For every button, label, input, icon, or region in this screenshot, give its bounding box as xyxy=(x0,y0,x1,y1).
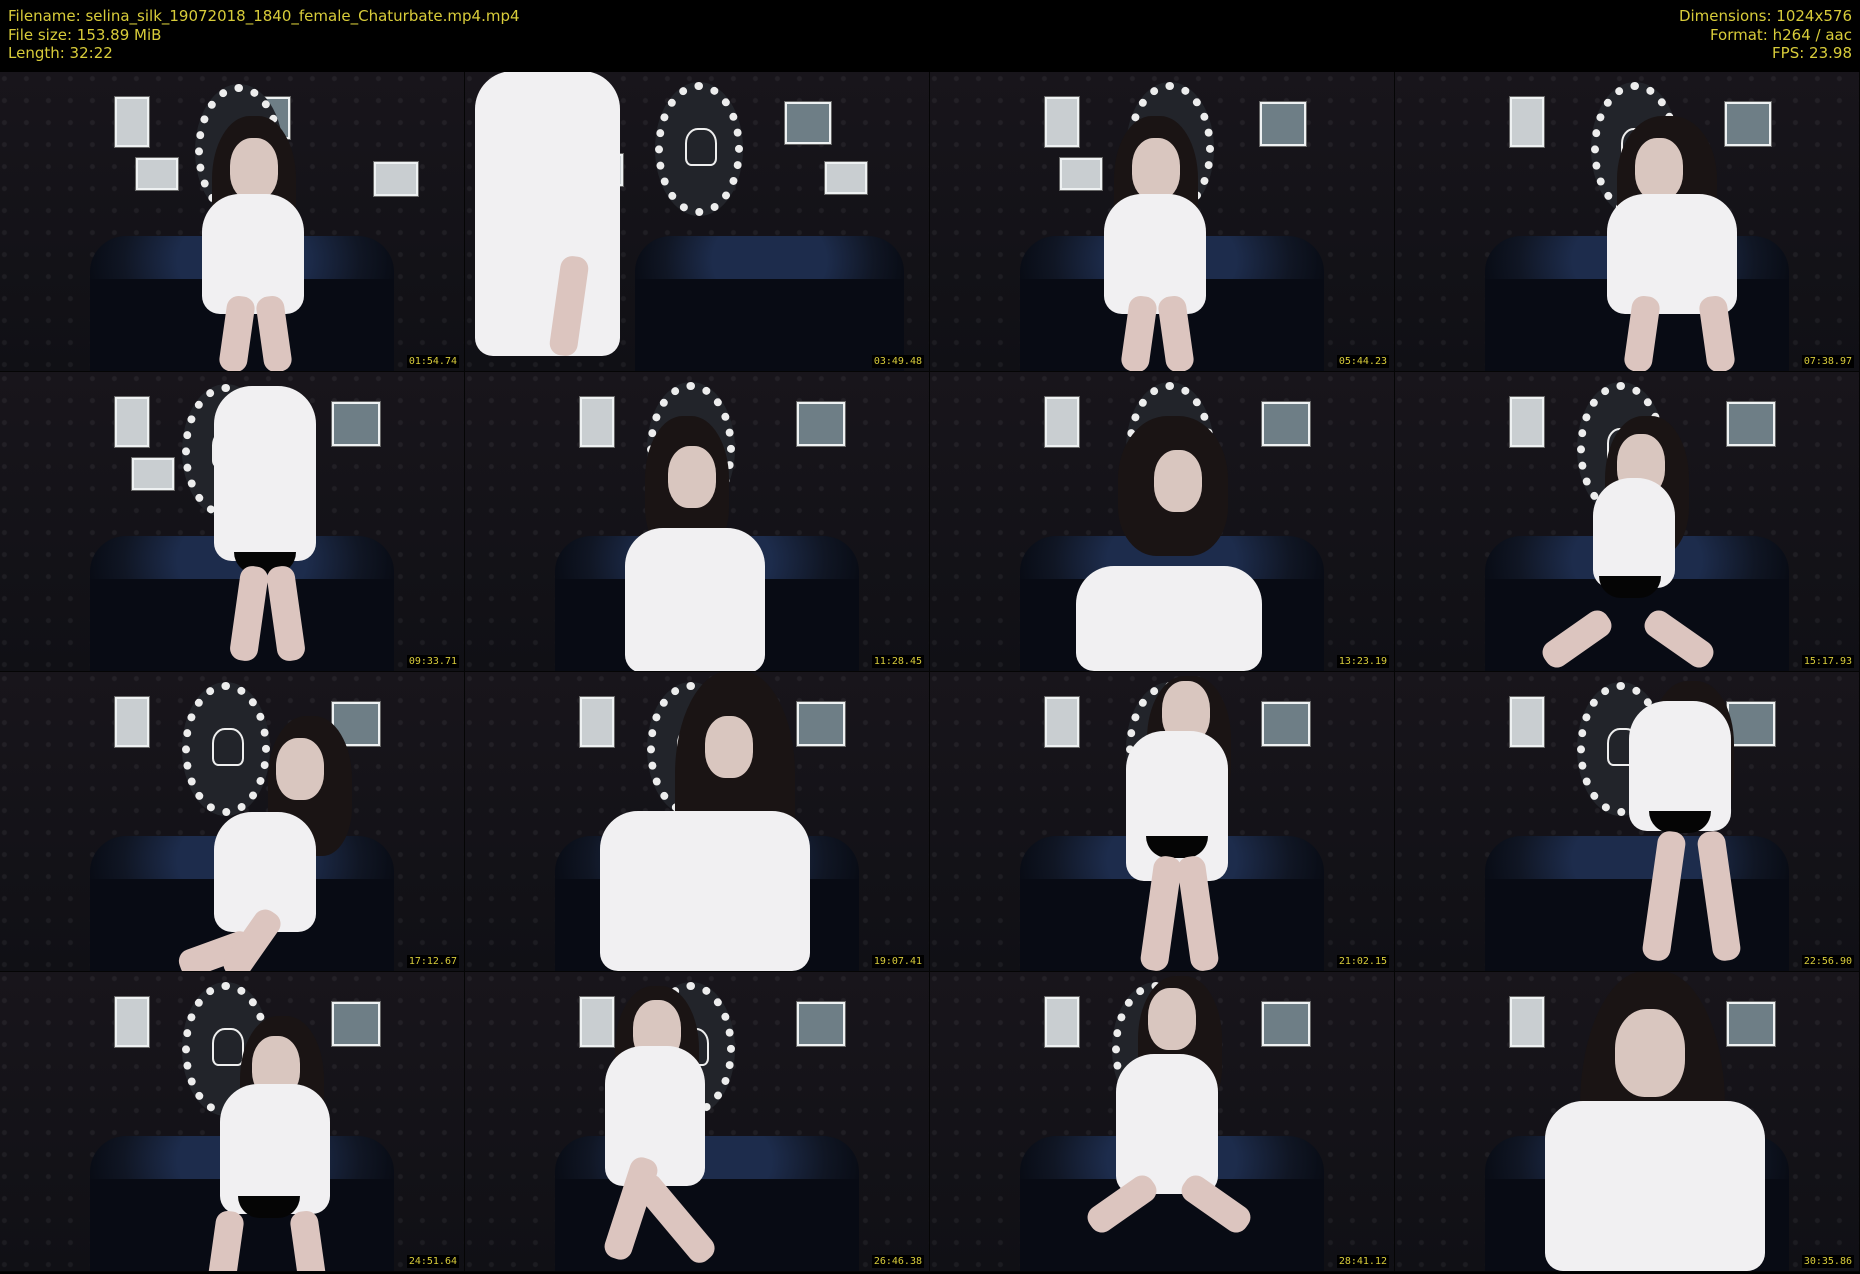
timestamp-label: 26:46.38 xyxy=(871,1255,924,1268)
thumbnail-11: 21:02.15 xyxy=(930,672,1395,972)
wall-frame xyxy=(115,397,149,447)
thumbnail-02: 03:49.48 xyxy=(465,72,930,372)
timestamp-label: 22:56.90 xyxy=(1801,955,1854,968)
thumbnail-15: 28:41.12 xyxy=(930,972,1395,1272)
wall-frame xyxy=(785,102,831,144)
thumbnail-14: 26:46.38 xyxy=(465,972,930,1272)
length-text: Length: 32:22 xyxy=(8,44,113,62)
timestamp-label: 07:38.97 xyxy=(1801,355,1854,368)
wall-frame xyxy=(797,1002,845,1046)
wall-frame xyxy=(1510,997,1544,1047)
dimensions-text: Dimensions: 1024x576 xyxy=(1678,7,1852,25)
person-figure xyxy=(178,116,328,371)
wall-frame xyxy=(1510,697,1544,747)
wall-frame xyxy=(136,158,178,190)
timestamp-label: 05:44.23 xyxy=(1336,355,1389,368)
couch xyxy=(635,236,904,371)
person-figure xyxy=(1583,116,1763,371)
person-figure xyxy=(190,386,340,671)
person-figure xyxy=(600,672,810,971)
wall-frame xyxy=(115,697,149,747)
wall-frame xyxy=(374,162,418,196)
person-figure xyxy=(175,716,352,971)
person-figure xyxy=(1058,416,1268,671)
format-text: Format: h264 / aac xyxy=(1709,25,1852,44)
wall-frame xyxy=(1262,402,1310,446)
timestamp-label: 03:49.48 xyxy=(871,355,924,368)
thumbnail-01: 01:54.74 xyxy=(0,72,465,372)
timestamp-label: 19:07.41 xyxy=(871,955,924,968)
header-metadata: Filename: selina_silk_19072018_1840_fema… xyxy=(0,0,1860,72)
person-figure xyxy=(1102,676,1252,971)
person-figure xyxy=(590,416,780,671)
wall-frame xyxy=(1510,97,1544,147)
metadata-right: Dimensions: 1024x576 Format: h264 / aac … xyxy=(1679,7,1852,63)
metadata-left: Filename: selina_silk_19072018_1840_fema… xyxy=(8,7,520,63)
thumbnail-12: 22:56.90 xyxy=(1395,672,1860,972)
timestamp-label: 13:23.19 xyxy=(1336,655,1389,668)
timestamp-label: 15:17.93 xyxy=(1801,655,1854,668)
deer-drawing xyxy=(685,128,717,166)
timestamp-label: 21:02.15 xyxy=(1336,955,1389,968)
person-figure xyxy=(1545,972,1765,1271)
person-figure xyxy=(1605,681,1755,971)
thumbnail-10: 19:07.41 xyxy=(465,672,930,972)
file-size-text: File size: 153.89 MiB xyxy=(8,25,162,44)
person-figure xyxy=(140,1016,400,1271)
thumbnail-09: 17:12.67 xyxy=(0,672,465,972)
wall-frame xyxy=(1045,97,1079,147)
timestamp-label: 09:33.71 xyxy=(406,655,459,668)
person-figure xyxy=(1080,116,1230,371)
wall-frame xyxy=(1260,102,1306,146)
wall-frame xyxy=(825,162,867,194)
thumbnail-07: 13:23.19 xyxy=(930,372,1395,672)
wall-frame xyxy=(115,97,149,147)
timestamp-label: 11:28.45 xyxy=(871,655,924,668)
thumbnail-13: 24:51.64 xyxy=(0,972,465,1272)
wall-frame xyxy=(1045,697,1079,747)
fps-text: FPS: 23.98 xyxy=(1772,44,1852,62)
timestamp-label: 17:12.67 xyxy=(406,955,459,968)
person-figure xyxy=(585,986,795,1271)
timestamp-label: 01:54.74 xyxy=(406,355,459,368)
thumbnail-grid: 01:54.74 03:49.48 05:44.23 07:38.97 09:3… xyxy=(0,72,1860,1272)
wall-frame xyxy=(132,458,174,490)
timestamp-label: 30:35.86 xyxy=(1801,1255,1854,1268)
thumbnail-04: 07:38.97 xyxy=(1395,72,1860,372)
thumbnail-06: 11:28.45 xyxy=(465,372,930,672)
wall-frame xyxy=(1262,1002,1310,1046)
decorative-oval-mirror xyxy=(655,82,743,216)
thumbnail-03: 05:44.23 xyxy=(930,72,1395,372)
thumbnail-08: 15:17.93 xyxy=(1395,372,1860,672)
filename-text: Filename: selina_silk_19072018_1840_fema… xyxy=(8,7,520,25)
person-figure xyxy=(1082,976,1256,1271)
person-figure xyxy=(1535,416,1725,671)
timestamp-label: 24:51.64 xyxy=(406,1255,459,1268)
wall-frame xyxy=(1727,402,1775,446)
person-figure xyxy=(475,72,625,371)
wall-frame xyxy=(1262,702,1310,746)
timestamp-label: 28:41.12 xyxy=(1336,1255,1389,1268)
wall-frame xyxy=(797,402,845,446)
thumbnail-16: 30:35.86 xyxy=(1395,972,1860,1272)
thumbnail-05: 09:33.71 xyxy=(0,372,465,672)
wall-frame xyxy=(1045,997,1079,1047)
